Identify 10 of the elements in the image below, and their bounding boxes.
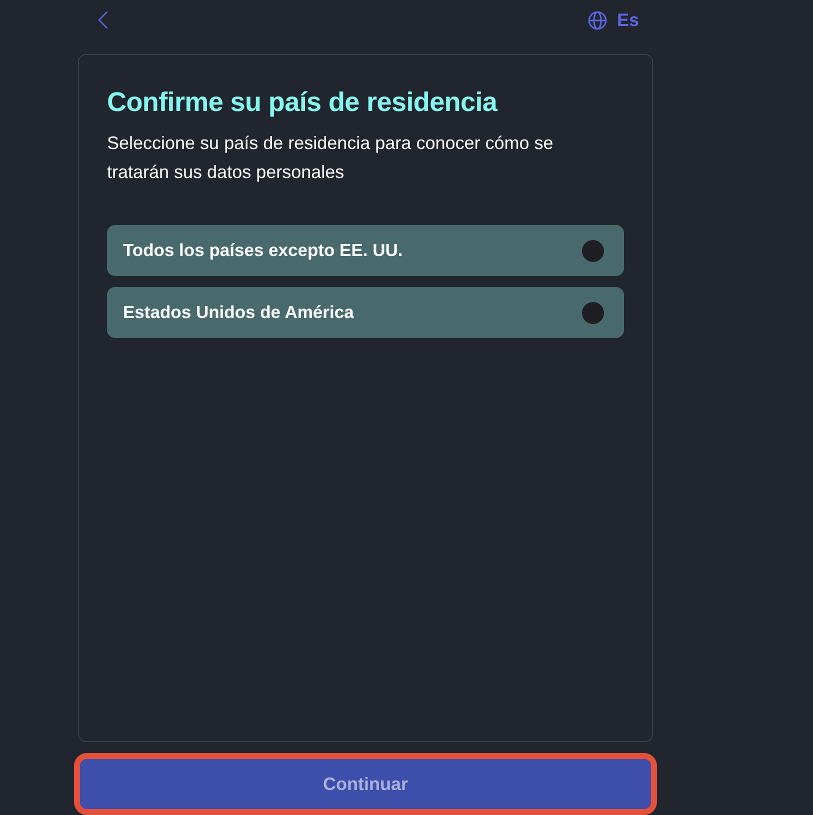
option-label: Estados Unidos de América (123, 302, 354, 323)
title: Confirme su país de residencia (107, 86, 498, 119)
chevron-left-icon (98, 11, 108, 29)
globe-icon (588, 10, 607, 30)
country-option[interactable]: Todos los países excepto EE. UU. (107, 225, 624, 276)
language-button[interactable]: Es (588, 10, 639, 30)
country-option[interactable]: Estados Unidos de América (107, 287, 624, 338)
subtitle: Seleccione su país de residencia para conocer cómo se tratarán sus datos personales (107, 132, 554, 184)
option-label: Todos los países excepto EE. UU. (123, 240, 403, 261)
back-button[interactable] (96, 11, 110, 29)
